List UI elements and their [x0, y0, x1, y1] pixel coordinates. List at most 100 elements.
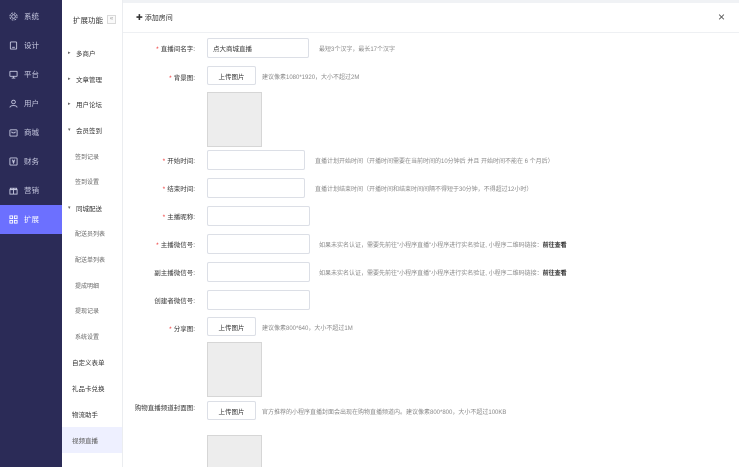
cover-image-upload-button[interactable]: 上传图片	[207, 401, 256, 420]
sidebar-item-label: 配送单列表	[75, 257, 106, 264]
sidebar-item-label: 多商户	[76, 50, 96, 58]
sidebar-item-label: 礼品卡兑换	[72, 386, 105, 394]
start-time-input[interactable]	[207, 150, 305, 170]
nav-item-label: 财务	[24, 157, 39, 166]
required-marker: *	[169, 326, 172, 333]
sidebar-item-label: 配送员列表	[75, 231, 106, 238]
sidebar-item-forum[interactable]: ▸ 用户论坛	[62, 92, 122, 118]
nav-item-label: 设计	[24, 41, 39, 50]
monitor-icon	[9, 70, 18, 79]
sidebar-item-couriers[interactable]: 配送员列表	[62, 221, 122, 247]
sidebar-item-label: 物流助手	[72, 412, 98, 420]
nav-item-design[interactable]: 设计	[0, 31, 62, 60]
secondary-sidebar: 扩展功能 « ▸ 多商户 ▸ 文章管理 ▸ 用户论坛 ▾ 会员签到 签到记录 签到设置 …	[62, 0, 123, 467]
sub-anchor-wechat-input[interactable]	[207, 262, 310, 282]
sidebar-title: 扩展功能	[73, 15, 103, 25]
required-marker: *	[162, 158, 166, 165]
nav-item-platform[interactable]: 平台	[0, 60, 62, 89]
sidebar-item-logistics[interactable]: 物流助手	[62, 401, 122, 427]
primary-nav: 系统 设计 平台 用户 商城 财务 营销 扩展	[0, 0, 62, 467]
end-time-input[interactable]	[207, 178, 305, 198]
required-marker: *	[156, 46, 159, 53]
plus-icon: ✚	[136, 13, 143, 22]
shop-icon	[9, 128, 18, 137]
sidebar-item-label: 系统设置	[75, 335, 100, 342]
chevron-right-icon: ▸	[68, 101, 71, 108]
background-hint: 建议像素1080*1920，大小不超过2M	[262, 75, 360, 81]
room-name-input[interactable]: 点大商城直播	[207, 38, 309, 58]
nav-item-system[interactable]: 系统	[0, 2, 62, 31]
cover-image-preview[interactable]	[207, 435, 262, 467]
sidebar-item-delivery[interactable]: ▾ 同城配送	[62, 195, 122, 221]
background-image-preview[interactable]	[207, 92, 262, 147]
design-icon	[9, 41, 18, 50]
room-name-hint: 最短3个汉字，最长17个汉字	[319, 47, 396, 53]
user-icon	[9, 99, 18, 108]
end-time-hint: 直播计划结束时间（开播时间和结束时间间隔不得短于30分钟，不得超过12小时）	[315, 187, 533, 193]
close-icon[interactable]: ×	[718, 11, 725, 23]
sidebar-item-withdrawals[interactable]: 提现记录	[62, 298, 122, 324]
sidebar-item-label: 视频直播	[72, 437, 98, 445]
marketing-icon	[9, 186, 18, 195]
nav-item-label: 营销	[24, 186, 39, 195]
panel-title: 添加房间	[144, 14, 173, 22]
nav-item-shop[interactable]: 商城	[0, 118, 62, 147]
chevron-down-icon: ▾	[68, 204, 71, 211]
chevron-right-icon: ▸	[68, 49, 71, 56]
sidebar-item-multi-merchant[interactable]: ▸ 多商户	[62, 40, 122, 66]
collapse-icon[interactable]: «	[107, 15, 116, 24]
add-room-panel: ✚ 添加房间 × * 直播间名字: 点大商城直播 最短3个汉字，最长17个汉字 *…	[123, 3, 739, 467]
sidebar-item-checkin[interactable]: ▾ 会员签到	[62, 117, 122, 143]
anchor-wechat-hint: 如果未实名认证，需要先前往"小程序直播"小程序进行实名验证, 小程序二维码链接：…	[319, 243, 567, 249]
background-upload-button[interactable]: 上传图片	[207, 66, 256, 85]
start-time-hint: 直播计划开始时间（开播时间需要在当前时间的10分钟后 并且 开始时间不能在 6 …	[315, 159, 554, 165]
sidebar-item-articles[interactable]: ▸ 文章管理	[62, 66, 122, 92]
sidebar-item-checkin-records[interactable]: 签到记录	[62, 143, 122, 169]
share-image-preview[interactable]	[207, 342, 262, 397]
sidebar-item-commission[interactable]: 提成明细	[62, 272, 122, 298]
nav-item-label: 平台	[24, 70, 39, 79]
share-image-upload-button[interactable]: 上传图片	[207, 317, 256, 336]
sub-anchor-wechat-label: 副主播微信号:	[154, 270, 195, 277]
sidebar-item-label: 会员签到	[76, 128, 102, 136]
view-link[interactable]: 前往查看	[543, 243, 567, 249]
gear-icon	[9, 12, 18, 21]
sidebar-item-custom-form[interactable]: 自定义表单	[62, 350, 122, 376]
sidebar-item-label: 提成明细	[75, 283, 100, 290]
cover-image-label: 购物直播频道封面图:	[134, 405, 195, 412]
sidebar-item-checkin-settings[interactable]: 签到设置	[62, 169, 122, 195]
cover-image-hint: 官方推荐的小程序直播封面会出现在购物直播频道内。建议像素800*800，大小不超…	[262, 410, 507, 416]
nav-item-label: 扩展	[24, 215, 39, 224]
sidebar-item-label: 签到设置	[75, 180, 100, 187]
nav-item-extension[interactable]: 扩展	[0, 205, 62, 234]
grid-icon	[9, 215, 18, 224]
view-link[interactable]: 前往查看	[543, 271, 567, 277]
creator-wechat-input[interactable]	[207, 290, 310, 310]
sidebar-item-label: 同城配送	[76, 205, 102, 213]
anchor-nick-input[interactable]	[207, 206, 310, 226]
nav-item-label: 用户	[24, 99, 39, 108]
sidebar-title-row: 扩展功能 «	[62, 0, 122, 40]
chevron-right-icon: ▸	[68, 75, 71, 82]
share-image-hint: 建议像素800*640，大小不超过1M	[262, 326, 353, 332]
sidebar-item-label: 用户论坛	[76, 102, 102, 110]
anchor-nick-label: * 主播昵称:	[162, 214, 195, 221]
end-time-label: * 结束时间:	[162, 186, 195, 193]
sidebar-item-live-video[interactable]: 视频直播	[62, 426, 122, 453]
start-time-label: * 开始时间:	[162, 158, 195, 165]
nav-item-label: 商城	[24, 128, 39, 137]
anchor-wechat-input[interactable]	[207, 234, 310, 254]
required-marker: *	[156, 242, 159, 249]
nav-item-user[interactable]: 用户	[0, 89, 62, 118]
sidebar-item-delivery-settings[interactable]: 系统设置	[62, 324, 122, 350]
finance-icon	[9, 157, 18, 166]
nav-item-finance[interactable]: 财务	[0, 147, 62, 176]
sidebar-item-label: 自定义表单	[72, 360, 105, 368]
required-marker: *	[162, 214, 166, 221]
background-label: * 背景图:	[169, 75, 195, 82]
room-name-label: * 直播间名字:	[156, 46, 195, 53]
nav-item-marketing[interactable]: 营销	[0, 176, 62, 205]
creator-wechat-label: 创建者微信号:	[154, 298, 195, 305]
sidebar-item-delivery-orders[interactable]: 配送单列表	[62, 246, 122, 272]
sidebar-item-gift-card[interactable]: 礼品卡兑换	[62, 375, 122, 401]
